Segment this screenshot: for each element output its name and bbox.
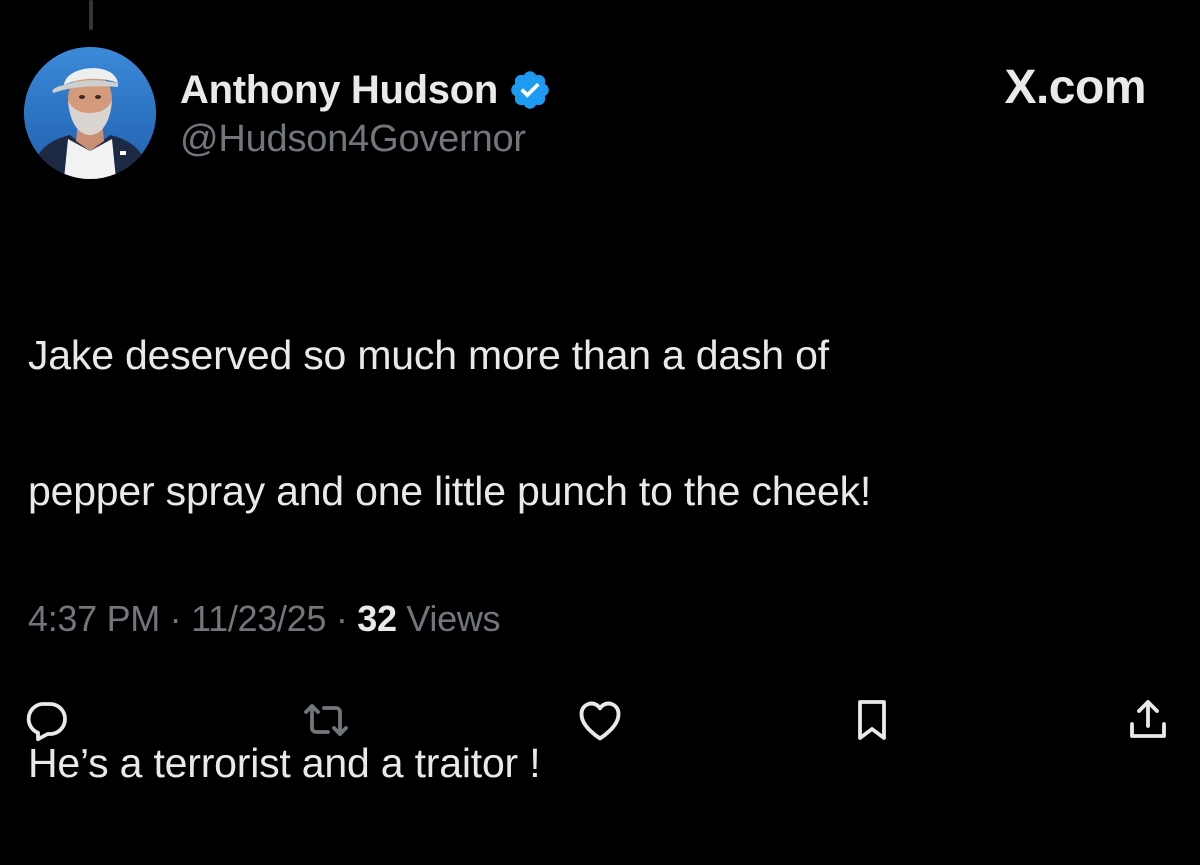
tweet-time[interactable]: 4:37 PM (28, 598, 160, 639)
retweet-icon (304, 704, 348, 736)
author-name-row[interactable]: Anthony Hudson (180, 62, 552, 118)
meta-separator: · (326, 598, 358, 639)
like-button[interactable] (570, 690, 630, 750)
avatar[interactable] (24, 47, 156, 179)
bookmark-icon (858, 700, 886, 740)
author-handle[interactable]: @Hudson4Governor (180, 118, 526, 161)
tweet-metadata: 4:37 PM · 11/23/25 · 32 Views (28, 598, 501, 640)
reply-button[interactable] (16, 690, 76, 750)
tweet-body: Jake deserved so much more than a dash o… (28, 253, 1168, 865)
tweet-action-bar (0, 690, 1200, 750)
tweet-text-line: Jake deserved so much more than a dash o… (28, 332, 829, 378)
thread-connector-line (89, 0, 93, 30)
tweet-date[interactable]: 11/23/25 (191, 598, 326, 639)
author-display-name[interactable]: Anthony Hudson (180, 68, 498, 113)
retweet-button[interactable] (296, 690, 356, 750)
views-count[interactable]: 32 (357, 598, 397, 639)
verified-badge-icon[interactable] (508, 68, 552, 112)
views-label[interactable]: Views (397, 598, 500, 639)
brand-logo-text: X.com (1004, 61, 1146, 114)
bookmark-button[interactable] (842, 690, 902, 750)
tweet-text-line: pepper spray and one little punch to the… (28, 468, 872, 514)
share-icon (1130, 700, 1166, 738)
heart-icon (579, 701, 621, 741)
profile-photo-icon (24, 47, 156, 179)
reply-icon (26, 702, 67, 742)
meta-separator: · (159, 598, 192, 639)
share-button[interactable] (1118, 690, 1178, 750)
